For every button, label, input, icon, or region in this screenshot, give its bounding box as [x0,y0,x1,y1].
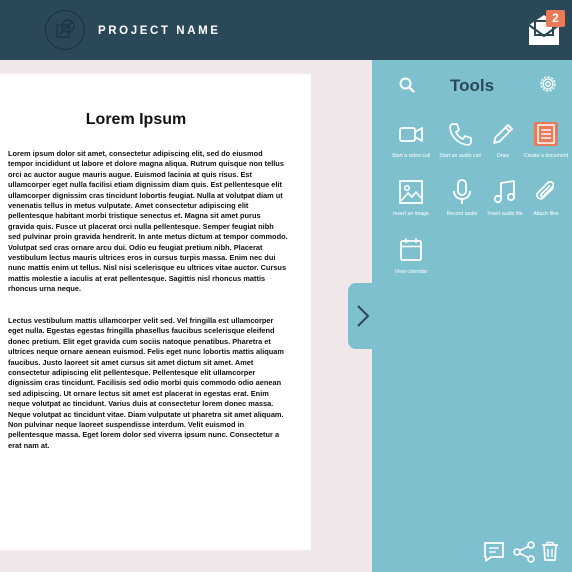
pencil-icon [493,124,513,144]
tool-label: Attach files [533,211,559,217]
trash-icon[interactable] [539,540,561,562]
co-create-logo[interactable] [44,9,86,51]
microphone-icon [453,179,471,204]
comment-icon[interactable] [482,540,506,564]
tools-panel: Tools Start a video call Start an audio … [372,60,572,572]
document-page[interactable]: Lorem Ipsum Lorem ipsum dolor sit amet, … [0,74,311,550]
tool-label: View calendar [394,269,428,275]
phone-icon [449,123,472,146]
tool-label: Start a video call [391,153,431,159]
tool-label: Draw [496,153,510,159]
document-title: Lorem Ipsum [85,111,187,128]
tools-title: Tools [449,76,495,95]
tool-label: Insert an image [393,211,429,217]
notification-badge[interactable]: 2 [546,10,565,27]
tool-attach-files[interactable]: Attach files [522,178,570,218]
tool-label: Create a document [523,153,569,159]
tool-label: Start an audio call [439,153,481,159]
tool-video-call[interactable]: Start a video call [387,120,435,160]
share-icon[interactable] [512,540,536,564]
search-icon[interactable] [398,76,416,94]
collapse-panel-button[interactable] [348,283,376,349]
chevron-right-icon [357,305,370,327]
tool-insert-image[interactable]: Insert an image [387,178,435,218]
image-icon [399,180,423,204]
tool-draw[interactable]: Draw [479,120,527,160]
music-note-icon [493,180,516,204]
document-paragraph: Lorem ipsum dolor sit amet, consectetur … [8,149,288,294]
tool-view-calendar[interactable]: View calendar [387,236,435,276]
gear-icon[interactable] [538,74,558,94]
paperclip-icon [536,180,555,200]
tool-create-document[interactable]: Create a document [522,120,570,160]
project-name[interactable]: PROJECT NAME [98,25,221,37]
tool-audio-call[interactable]: Start an audio call [436,120,484,160]
video-camera-icon [399,127,423,142]
tool-label: Record audio [446,211,478,217]
calendar-icon [400,238,422,261]
document-icon [534,122,558,146]
app-header: PROJECT NAME 2 [0,0,572,60]
tool-record-audio[interactable]: Record audio [438,178,486,218]
document-paragraph: Lectus vestibulum mattis ullamcorper vel… [8,316,284,450]
